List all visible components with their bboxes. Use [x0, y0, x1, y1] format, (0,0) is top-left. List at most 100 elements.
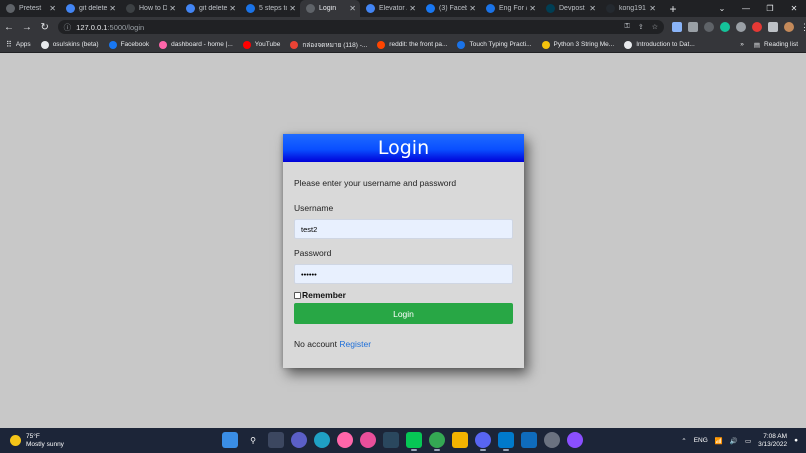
new-tab-button[interactable]: + [666, 2, 680, 16]
minimize-button[interactable]: — [734, 4, 758, 13]
start-icon[interactable] [222, 432, 238, 448]
browser-tab[interactable]: Eng For / ✕ [480, 0, 540, 17]
notification-icon[interactable]: ● [794, 437, 798, 444]
apps-shortcut[interactable]: ⠿ Apps [6, 40, 31, 49]
username-input[interactable]: test2 [294, 219, 513, 239]
browser-tab[interactable]: 5 steps to ✕ [240, 0, 300, 17]
extension-icon[interactable] [688, 22, 698, 32]
bookmark-item[interactable]: กล่องจดหมาย (118) -... [290, 40, 367, 50]
tab-close-icon[interactable]: ✕ [349, 4, 356, 13]
menu-icon[interactable]: ⋮ [800, 22, 806, 32]
browser-tab[interactable]: How to D ✕ [120, 0, 180, 17]
login-button[interactable]: Login [294, 303, 513, 324]
language-indicator[interactable]: ENG [694, 437, 708, 444]
close-window-button[interactable]: ✕ [782, 4, 806, 13]
bookmark-item[interactable]: osu!skins (beta) [40, 40, 99, 49]
bookmark-item[interactable]: Introduction to Dat... [624, 40, 695, 49]
bookmark-label: Touch Typing Practi... [469, 41, 532, 48]
battery-icon[interactable]: ▭ [745, 437, 751, 445]
tab-close-icon[interactable]: ✕ [469, 4, 476, 13]
extension-icon[interactable] [704, 22, 714, 32]
browser-tab[interactable]: Devpost ✕ [540, 0, 600, 17]
weather-temperature: 75°F [26, 432, 40, 440]
browser-tab[interactable]: (3) Faceb ✕ [420, 0, 480, 17]
profile-avatar[interactable] [784, 22, 794, 32]
tab-search-icon[interactable]: ⌄ [710, 4, 734, 13]
browser-tab[interactable]: kong191 ✕ [600, 0, 660, 17]
grammarly-icon[interactable] [720, 22, 730, 32]
login-header: Login [283, 134, 524, 162]
edge-icon[interactable] [314, 432, 330, 448]
browser-tab[interactable]: Elevator / ✕ [360, 0, 420, 17]
bookmark-favicon-icon [377, 40, 386, 49]
volume-icon[interactable]: 🔊 [730, 437, 738, 445]
login-card: Login Please enter your username and pas… [283, 134, 524, 368]
tab-title: git delete [199, 5, 228, 12]
settings-icon[interactable] [544, 432, 560, 448]
password-input[interactable]: •••••• [294, 264, 513, 284]
puzzle-icon[interactable] [768, 22, 778, 32]
search-icon[interactable]: ⚲ [245, 432, 261, 448]
more-bookmarks-button[interactable]: » [740, 41, 744, 48]
bookmark-item[interactable]: Touch Typing Practi... [457, 40, 532, 49]
bookmark-item[interactable]: Python 3 String Me... [541, 40, 614, 49]
osu-lazer-icon[interactable] [360, 432, 376, 448]
outlook-icon[interactable] [521, 432, 537, 448]
taskbar-apps: ⚲ [222, 432, 583, 451]
reading-list-icon[interactable]: ▤ [754, 41, 760, 49]
bookmark-star-icon[interactable]: ☆ [652, 23, 658, 31]
restore-button[interactable]: ❐ [758, 4, 782, 13]
back-button[interactable]: ← [0, 22, 18, 33]
extension-icon[interactable] [752, 22, 762, 32]
tab-close-icon[interactable]: ✕ [49, 4, 56, 13]
tab-close-icon[interactable]: ✕ [109, 4, 116, 13]
remember-label[interactable]: Remember [302, 290, 346, 300]
file-explorer-icon[interactable] [452, 432, 468, 448]
task-view-icon[interactable] [268, 432, 284, 448]
bookmark-label: Facebook [120, 41, 150, 48]
site-info-icon[interactable]: ⓘ [64, 22, 72, 33]
extension-icon[interactable] [736, 22, 746, 32]
steam-icon[interactable] [383, 432, 399, 448]
chat-icon[interactable] [291, 432, 307, 448]
line-icon[interactable] [406, 432, 422, 451]
tab-close-icon[interactable]: ✕ [169, 4, 176, 13]
tab-close-icon[interactable]: ✕ [649, 4, 656, 13]
osu-icon[interactable] [337, 432, 353, 448]
tab-favicon-icon [546, 4, 555, 13]
reading-list-label[interactable]: Reading list [764, 41, 798, 48]
bookmark-item[interactable]: Facebook [108, 40, 150, 49]
extension-icon[interactable] [672, 22, 682, 32]
browser-tab[interactable]: git delete ✕ [60, 0, 120, 17]
tab-close-icon[interactable]: ✕ [409, 4, 416, 13]
tab-close-icon[interactable]: ✕ [289, 4, 296, 13]
key-icon[interactable]: ⚿ [625, 23, 630, 31]
bookmark-favicon-icon [290, 40, 299, 49]
share-icon[interactable]: ⇪ [638, 23, 644, 31]
chrome-icon[interactable] [429, 432, 445, 451]
register-link[interactable]: Register [339, 339, 371, 349]
github-desktop-icon[interactable] [567, 432, 583, 448]
browser-tab[interactable]: git delete ✕ [180, 0, 240, 17]
weather-widget[interactable]: 75°F Mostly sunny [10, 433, 210, 449]
bookmark-item[interactable]: dashboard - home |... [159, 40, 233, 49]
address-bar[interactable]: ⓘ 127.0.0.1:5000/login ⚿ ⇪ ☆ [57, 20, 664, 34]
windows-taskbar: 75°F Mostly sunny ⚲ ⌃ ENG 📶 🔊 ▭ 7:08 AM … [0, 428, 806, 453]
bookmark-item[interactable]: reddit: the front pa... [377, 40, 447, 49]
bookmark-favicon-icon [108, 40, 117, 49]
bookmark-label: YouTube [254, 41, 281, 48]
clock[interactable]: 7:08 AM 3/13/2022 [758, 433, 787, 449]
tray-overflow-icon[interactable]: ⌃ [681, 437, 686, 445]
tab-close-icon[interactable]: ✕ [529, 4, 536, 13]
discord-icon[interactable] [475, 432, 491, 451]
remember-checkbox[interactable] [294, 291, 301, 299]
vscode-icon[interactable] [498, 432, 514, 451]
forward-button[interactable]: → [18, 22, 36, 33]
reload-button[interactable]: ↻ [36, 22, 54, 33]
browser-tab[interactable]: Login ✕ [300, 0, 360, 17]
browser-tab[interactable]: Pretest ✕ [0, 0, 60, 17]
bookmark-item[interactable]: YouTube [242, 40, 281, 49]
tab-close-icon[interactable]: ✕ [589, 4, 596, 13]
wifi-icon[interactable]: 📶 [715, 437, 723, 445]
tab-close-icon[interactable]: ✕ [229, 4, 236, 13]
